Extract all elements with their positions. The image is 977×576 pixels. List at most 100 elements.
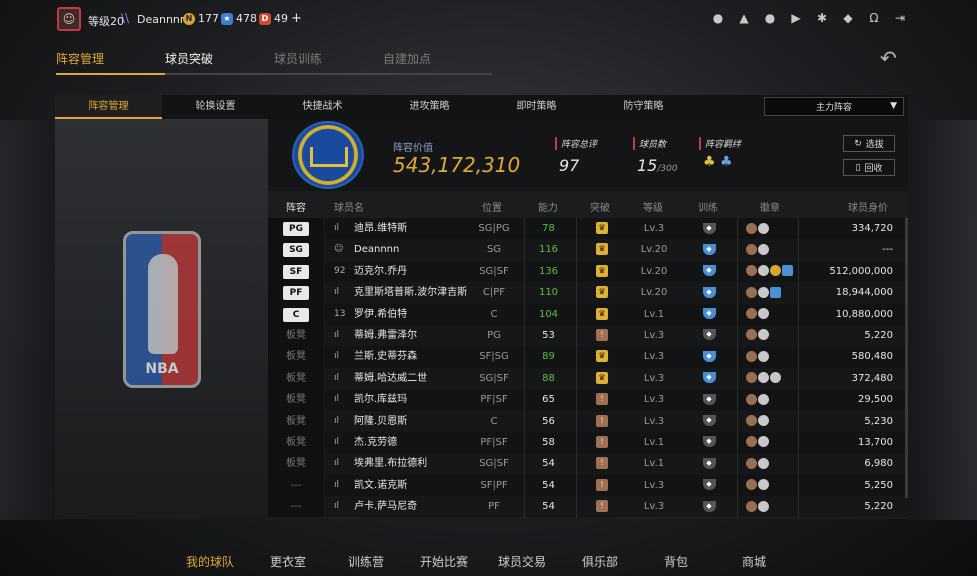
subtab-defense[interactable]: 防守策略	[590, 95, 697, 119]
table-row[interactable]: 板凳 ıl 埃弗里.布拉德利 SG|SF 54 ! Lv.1 ◆ 6,980	[268, 453, 908, 475]
player-breakthrough: ♛	[576, 304, 628, 325]
badge-silver-icon	[758, 436, 769, 448]
row-slot: 板凳	[268, 431, 324, 454]
player-price: 18,944,000	[835, 287, 893, 299]
player-training: ◆	[680, 432, 738, 453]
roster-table: PG ıl 迪昂.维特斯 SG|PG 78 ♛ Lv.3 ◆ 334,720 S…	[268, 218, 908, 518]
tab-custom-points[interactable]: 自建加点	[383, 50, 492, 75]
slot-label: 板凳	[286, 372, 306, 384]
signal-icon: ıl	[334, 351, 340, 362]
row-slot: ---	[268, 474, 324, 497]
subtab-instant[interactable]: 即时策略	[483, 95, 590, 119]
table-row[interactable]: --- ıl 凯文.诺克斯 SF|PF 54 ! Lv.3 ◆ 5,250	[268, 474, 908, 497]
player-price: 29,500	[858, 394, 893, 406]
row-slot: 板凳	[268, 367, 324, 390]
nav-my-team[interactable]: 我的球队	[186, 553, 270, 570]
team-rating-label: 阵容总评	[555, 137, 597, 150]
table-row[interactable]: C 13 罗伊.希伯特 C 104 ♛ Lv.1 ◆ 10,880,000	[268, 303, 908, 325]
slot-badge: PG	[283, 222, 309, 236]
subtab-rotation[interactable]: 轮换设置	[162, 95, 269, 119]
training-grey-icon: ◆	[702, 415, 716, 427]
player-badges	[746, 239, 806, 260]
bell-icon[interactable]: ▲	[737, 11, 751, 25]
table-row[interactable]: --- ıl 卢卡.萨马尼奇 PF 54 ! Lv.3 ◆ 5,220	[268, 496, 908, 518]
table-row[interactable]: 板凳 ıl 杰.克劳德 PF|SF 58 ! Lv.1 ◆ 13,700	[268, 431, 908, 454]
scrollbar[interactable]	[905, 218, 908, 498]
badge-bronze-icon	[746, 393, 757, 405]
player-preview-pane: NBA	[55, 119, 268, 519]
badge-bronze-icon	[746, 222, 757, 234]
avatar[interactable]: ☺	[57, 7, 81, 31]
table-row[interactable]: 板凳 ıl 凯尔.库兹玛 PF|SF 65 ! Lv.3 ◆ 29,500	[268, 389, 908, 411]
bond-gold-icon[interactable]: ♣	[703, 154, 716, 170]
team-info-bar: 阵容价值 543,172,310 阵容总评 97 球员数 15/300 阵容羁绊…	[268, 119, 908, 191]
training-grey-icon: ◆	[702, 436, 716, 448]
table-row[interactable]: 板凳 ıl 兰斯.史蒂芬森 SF|SG 89 ♛ Lv.3 ◆ 580,480	[268, 346, 908, 368]
profile-icon[interactable]: ●	[711, 11, 725, 25]
breakthrough-gold-icon: ♛	[596, 307, 608, 320]
table-row[interactable]: 板凳 ıl 蒂姆.弗雷泽尔 PG 53 ! Lv.3 ◆ 5,220	[268, 324, 908, 347]
table-row[interactable]: SF 92 迈克尔.乔丹 SG|SF 136 ♛ Lv.20 ◆ 512,000…	[268, 260, 908, 283]
player-training: ◆	[680, 346, 738, 367]
breakthrough-gold-icon: ♛	[596, 350, 608, 363]
subtab-quick-tactics[interactable]: 快捷战术	[269, 95, 376, 119]
badge-silver-icon	[758, 372, 769, 384]
table-row[interactable]: SG ☺ Deannnn SG 116 ♛ Lv.20 ◆ ---	[268, 239, 908, 261]
lineup-dropdown[interactable]: 主力阵容 ▼	[764, 97, 904, 116]
video-icon[interactable]: ▶	[789, 11, 803, 25]
recycle-button[interactable]: ▯ 回收	[843, 159, 895, 176]
training-grey-icon: ◆	[702, 222, 716, 234]
tab-player-training[interactable]: 球员训练	[274, 50, 383, 75]
player-price: 10,880,000	[835, 308, 893, 320]
player-training: ◆	[680, 475, 738, 496]
player-position: SG|PG	[478, 223, 510, 234]
d-coin-icon: D	[259, 12, 271, 25]
nav-store[interactable]: 商城	[742, 553, 782, 570]
slot-label: 板凳	[286, 436, 306, 448]
add-currency-button[interactable]: +	[291, 11, 302, 26]
table-row[interactable]: 板凳 ıl 蒂姆.哈达威二世 SG|SF 88 ♛ Lv.3 ◆ 372,480	[268, 367, 908, 390]
col-slot: 阵容	[286, 203, 306, 214]
col-training: 训练	[698, 203, 718, 214]
nav-start-game[interactable]: 开始比赛	[420, 553, 498, 570]
team-bond-label: 阵容羁绊	[699, 137, 741, 150]
player-position: SF|SG	[479, 351, 509, 363]
badge-silver-icon	[758, 286, 769, 298]
player-position: C|PF	[482, 287, 506, 299]
headset-icon[interactable]: Ω	[867, 11, 881, 25]
column-divider	[576, 218, 577, 519]
tab-player-breakthrough[interactable]: 球员突破	[165, 50, 274, 75]
subtab-lineup[interactable]: 阵容管理	[55, 95, 162, 119]
table-row[interactable]: PF ıl 克里斯塔普斯.波尔津吉斯 C|PF 110 ♛ Lv.20 ◆ 18…	[268, 282, 908, 304]
player-name: 凯文.诺克斯	[354, 479, 408, 491]
table-row[interactable]: PG ıl 迪昂.维特斯 SG|PG 78 ♛ Lv.3 ◆ 334,720	[268, 218, 908, 240]
top-icon-bar: ● ▲ ● ▶ ✱ ◆ Ω ⇥	[711, 11, 907, 25]
nav-locker-room[interactable]: 更衣室	[270, 553, 348, 570]
subtab-offense[interactable]: 进攻策略	[376, 95, 483, 119]
nav-player-trade[interactable]: 球员交易	[498, 553, 582, 570]
nav-training-camp[interactable]: 训练营	[348, 553, 420, 570]
player-level: Lv.3	[643, 479, 665, 491]
table-row[interactable]: 板凳 ıl 阿隆.贝恩斯 C 56 ! Lv.3 ◆ 5,230	[268, 410, 908, 432]
bond-blue-icon[interactable]: ♣	[720, 154, 733, 170]
back-arrow-icon[interactable]: ↶	[880, 46, 897, 70]
badge-bronze-icon	[746, 500, 757, 512]
col-price: 球员身价	[848, 203, 888, 214]
shield-icon[interactable]: ◆	[841, 11, 855, 25]
player-training: ◆	[680, 496, 738, 517]
player-breakthrough: ♛	[576, 368, 628, 389]
gear-icon[interactable]: ✱	[815, 11, 829, 25]
select-button[interactable]: ↻ 选拔	[843, 135, 895, 152]
player-name: 克里斯塔普斯.波尔津吉斯	[354, 287, 468, 299]
friends-icon[interactable]: ●	[763, 11, 777, 25]
player-breakthrough: !	[576, 453, 628, 474]
player-position: SG|SF	[479, 265, 509, 277]
tab-lineup-management[interactable]: 阵容管理	[56, 50, 165, 75]
nav-club[interactable]: 俱乐部	[582, 553, 664, 570]
player-badges	[746, 496, 806, 517]
player-breakthrough: !	[576, 475, 628, 496]
exit-icon[interactable]: ⇥	[893, 11, 907, 25]
nav-backpack[interactable]: 背包	[664, 553, 742, 570]
slot-label: ---	[290, 501, 302, 513]
username: Deannnn	[137, 13, 187, 26]
